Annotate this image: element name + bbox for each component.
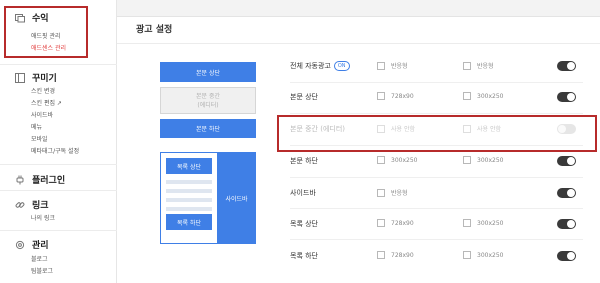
sidebar-item-menu[interactable]: 메뉴 <box>31 122 42 131</box>
divider <box>0 64 117 65</box>
option-mobile[interactable]: 반응형 <box>463 61 494 70</box>
divider <box>290 239 583 240</box>
preview-list-top: 목록 상단 <box>166 158 212 174</box>
preview-body-top: 본문 상단 <box>160 62 256 82</box>
sidebar-item-blog[interactable]: 블로그 <box>31 254 48 263</box>
toggle-switch[interactable] <box>557 124 576 134</box>
preview-sidebar: 사이드바 <box>217 152 256 244</box>
sidebar-group-plugin[interactable]: 플러그인 <box>15 173 65 186</box>
sidebar-item-sidebar[interactable]: 사이드바 <box>31 110 53 119</box>
ad-row-label: 목록 하단 <box>290 252 318 260</box>
sidebar-item-mobile[interactable]: 모바일 <box>31 134 48 143</box>
preview-list-bottom: 목록 하단 <box>166 214 212 230</box>
toggle-switch[interactable] <box>557 61 576 71</box>
ad-row-list-top: 목록 상단 728x90 300x250 <box>290 209 583 239</box>
option-pc[interactable]: 728x90 <box>377 92 414 100</box>
option-mobile[interactable]: 300x250 <box>463 92 503 100</box>
ad-row-body-bottom: 본문 하단 300x250 300x250 <box>290 146 583 176</box>
preview-body-bottom: 본문 하단 <box>160 119 256 138</box>
checkbox[interactable] <box>463 219 471 227</box>
ad-row-list-bottom: 목록 하단 728x90 300x250 <box>290 241 583 271</box>
toggle-switch[interactable] <box>557 251 576 261</box>
ad-row-body-middle: 본문 중간 (에디터) 사용 안함 사용 안함 <box>290 114 583 144</box>
sidebar-group-title: 플러그인 <box>32 176 66 186</box>
option-pc[interactable]: 728x90 <box>377 251 414 259</box>
checkbox[interactable] <box>377 92 385 100</box>
sidebar-group-customize[interactable]: 꾸미기 <box>15 71 57 84</box>
divider <box>117 43 600 44</box>
ad-row-label: 전체 자동광고 ON <box>290 61 350 71</box>
checkbox[interactable] <box>463 251 471 259</box>
on-badge: ON <box>333 61 350 71</box>
sidebar-item-metatag[interactable]: 메타태그/구독 설정 <box>31 146 79 155</box>
ad-row-label: 사이드바 <box>290 189 316 197</box>
sidebar-group-title: 꾸미기 <box>32 74 57 84</box>
toggle-switch[interactable] <box>557 188 576 198</box>
ad-row-label: 본문 상단 <box>290 93 318 101</box>
option-mobile[interactable]: 300x250 <box>463 251 503 259</box>
sidebar-group-link[interactable]: 링크 <box>15 198 49 211</box>
checkbox[interactable] <box>377 188 385 197</box>
checkbox[interactable] <box>377 251 385 259</box>
option-mobile[interactable]: 300x250 <box>463 156 503 164</box>
sidebar-group-manage[interactable]: 관리 <box>15 238 49 251</box>
divider <box>0 164 117 165</box>
option-pc[interactable]: 728x90 <box>377 219 414 227</box>
ad-row-auto: 전체 자동광고 ON 반응형 반응형 <box>290 51 583 81</box>
checkbox[interactable] <box>463 124 471 133</box>
checkbox[interactable] <box>463 92 471 100</box>
checkbox[interactable] <box>377 61 385 70</box>
ad-row-body-top: 본문 상단 728x90 300x250 <box>290 82 583 112</box>
checkbox[interactable] <box>377 156 385 164</box>
plug-icon <box>16 175 24 184</box>
highlight-box-sidebar <box>4 6 88 58</box>
preview-list-line <box>166 198 212 202</box>
sidebar-item-team-blog[interactable]: 팀블로그 <box>31 266 53 275</box>
checkbox[interactable] <box>377 219 385 227</box>
sidebar-item-my-link[interactable]: 나의 링크 <box>31 213 55 222</box>
preview-list-line <box>166 180 212 184</box>
preview-list-line <box>166 207 212 211</box>
preview-body-middle: 본문 중간 (에디터) <box>160 87 256 114</box>
gear-icon <box>15 240 25 249</box>
page-title: 광고 설정 <box>136 25 173 35</box>
option-mobile[interactable]: 300x250 <box>463 219 503 227</box>
ad-row-label: 본문 중간 (에디터) <box>290 125 345 133</box>
ad-row-sidebar: 사이드바 반응형 <box>290 178 583 208</box>
option-pc[interactable]: 반응형 <box>377 188 408 197</box>
layout-icon <box>15 72 25 83</box>
preview-list-line <box>166 189 212 193</box>
checkbox[interactable] <box>377 124 385 133</box>
ad-row-label: 본문 하단 <box>290 157 318 165</box>
link-icon <box>15 201 25 208</box>
sidebar-item-skin-edit[interactable]: 스킨 편집 ↗ <box>31 98 62 107</box>
toggle-switch[interactable] <box>557 219 576 229</box>
checkbox[interactable] <box>463 61 471 70</box>
ad-row-label: 목록 상단 <box>290 220 318 228</box>
sidebar: 수익 애드핏 관리 애드센스 관리 꾸미기 스킨 변경 스킨 편집 ↗ 사이드바… <box>0 0 117 283</box>
divider <box>0 190 117 191</box>
main-area: 광고 설정 본문 상단 본문 중간 (에디터) 본문 하단 목록 상단 목록 하… <box>117 0 600 283</box>
option-pc[interactable]: 300x250 <box>377 156 417 164</box>
toggle-switch[interactable] <box>557 92 576 102</box>
sidebar-item-skin-change[interactable]: 스킨 변경 <box>31 86 55 95</box>
checkbox[interactable] <box>463 156 471 164</box>
option-pc[interactable]: 사용 안함 <box>377 124 415 133</box>
option-pc[interactable]: 반응형 <box>377 61 408 70</box>
option-mobile[interactable]: 사용 안함 <box>463 124 501 133</box>
sidebar-group-title: 관리 <box>32 241 49 251</box>
sidebar-group-title: 링크 <box>32 201 49 211</box>
divider <box>0 230 117 231</box>
toggle-switch[interactable] <box>557 156 576 166</box>
